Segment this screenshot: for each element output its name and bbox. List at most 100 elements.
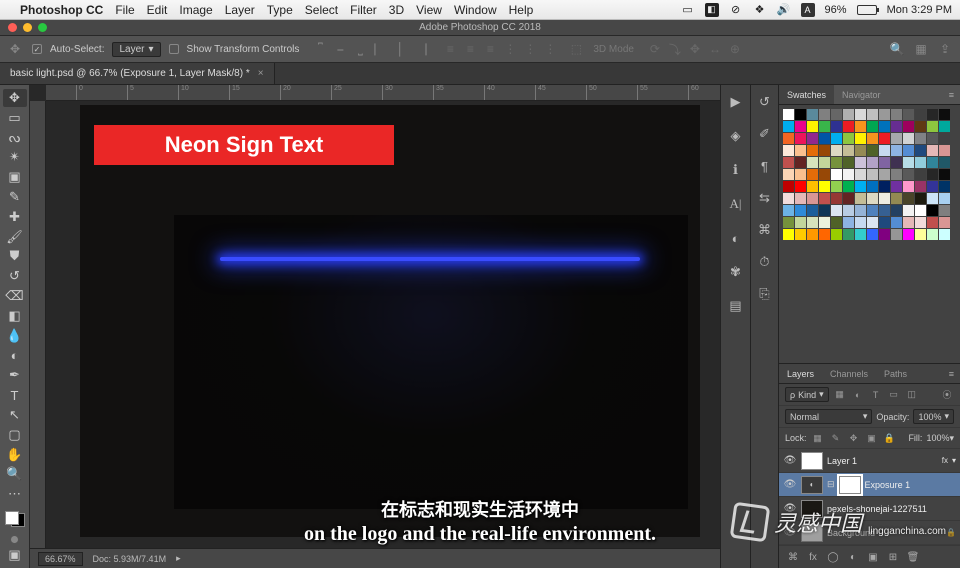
swatches-menu-icon[interactable]: ≡ — [943, 85, 960, 104]
swatch[interactable] — [903, 193, 914, 204]
swatch[interactable] — [879, 229, 890, 240]
swatch[interactable] — [903, 181, 914, 192]
layer-style-icon[interactable]: fx — [805, 549, 821, 565]
swatches-grid[interactable] — [779, 105, 960, 244]
swatch[interactable] — [783, 169, 794, 180]
comments-panel-icon[interactable]: ⎘ — [754, 283, 776, 305]
new-layer-icon[interactable]: ⊞ — [885, 549, 901, 565]
swatch[interactable] — [903, 169, 914, 180]
tab-navigator[interactable]: Navigator — [834, 85, 889, 104]
blur-tool[interactable]: 💧 — [3, 327, 27, 345]
swatch[interactable] — [915, 205, 926, 216]
swatch[interactable] — [807, 217, 818, 228]
swatch[interactable] — [843, 181, 854, 192]
swatch[interactable] — [927, 145, 938, 156]
menu-type[interactable]: Type — [267, 3, 293, 17]
swatch[interactable] — [819, 229, 830, 240]
swatch[interactable] — [903, 121, 914, 132]
swatch[interactable] — [843, 193, 854, 204]
swatch[interactable] — [939, 181, 950, 192]
filter-pixel-icon[interactable]: ▦ — [833, 388, 847, 402]
swatch[interactable] — [939, 229, 950, 240]
swatch[interactable] — [903, 145, 914, 156]
swatch[interactable] — [927, 157, 938, 168]
swatch[interactable] — [867, 109, 878, 120]
swatch[interactable] — [819, 193, 830, 204]
swatch[interactable] — [819, 181, 830, 192]
swatch[interactable] — [867, 193, 878, 204]
3d-zoom-icon[interactable]: ⊕ — [726, 40, 744, 58]
align-vcenter-icon[interactable]: ⎯ — [331, 40, 349, 58]
info-panel-icon[interactable]: ℹ — [725, 159, 747, 181]
swatch[interactable] — [795, 217, 806, 228]
tab-paths[interactable]: Paths — [876, 364, 915, 383]
new-adjustment-icon[interactable]: ◐ — [845, 549, 861, 565]
gradient-tool[interactable]: ◧ — [3, 307, 27, 325]
swatch[interactable] — [807, 193, 818, 204]
3d-pan-icon[interactable]: ✥ — [686, 40, 704, 58]
swatch[interactable] — [807, 181, 818, 192]
swatch[interactable] — [939, 121, 950, 132]
brushes-panel-icon[interactable]: ✐ — [754, 123, 776, 145]
swatch[interactable] — [807, 229, 818, 240]
delete-layer-icon[interactable]: 🗑 — [905, 549, 921, 565]
swatch[interactable] — [915, 133, 926, 144]
doc-info[interactable]: Doc: 5.93M/7.41M — [93, 554, 167, 564]
swatch[interactable] — [855, 229, 866, 240]
swatch[interactable] — [915, 193, 926, 204]
swatch[interactable] — [843, 157, 854, 168]
lock-all-icon[interactable]: 🔒 — [883, 431, 897, 445]
swatch[interactable] — [855, 217, 866, 228]
menubar-dropbox-icon[interactable]: ❖ — [753, 3, 767, 17]
add-mask-icon[interactable]: ◯ — [825, 549, 841, 565]
swatch[interactable] — [783, 217, 794, 228]
swatch[interactable] — [879, 217, 890, 228]
swatch[interactable] — [927, 229, 938, 240]
swatch[interactable] — [855, 193, 866, 204]
adjustments-panel-icon[interactable]: ◐ — [725, 227, 747, 249]
swatch[interactable] — [807, 133, 818, 144]
align-bottom-icon[interactable]: ⎵ — [351, 40, 369, 58]
swatch[interactable] — [795, 229, 806, 240]
swatch[interactable] — [891, 169, 902, 180]
3d-slide-icon[interactable]: ↔ — [706, 40, 724, 58]
swatch[interactable] — [927, 193, 938, 204]
swatch[interactable] — [819, 205, 830, 216]
arrange-docs-icon[interactable]: ▦ — [912, 40, 930, 58]
menubar-clock[interactable]: Mon 3:29 PM — [887, 4, 952, 16]
swatch[interactable] — [795, 145, 806, 156]
swatch[interactable] — [807, 157, 818, 168]
swatch[interactable] — [819, 217, 830, 228]
swatch[interactable] — [807, 109, 818, 120]
swatch[interactable] — [807, 169, 818, 180]
swatch[interactable] — [795, 157, 806, 168]
search-icon[interactable]: 🔍 — [888, 40, 906, 58]
ruler-horizontal[interactable]: 051015202530354045505560 — [46, 85, 720, 101]
menu-window[interactable]: Window — [454, 3, 497, 17]
swatch[interactable] — [855, 169, 866, 180]
swatch[interactable] — [879, 193, 890, 204]
align-right-icon[interactable]: ⎹ — [411, 40, 429, 58]
patch-tool[interactable]: ✚ — [3, 208, 27, 226]
distribute-bottom-icon[interactable]: ≡ — [481, 40, 499, 58]
layer-link-icon[interactable]: ⊟ — [827, 479, 835, 490]
blend-mode-dropdown[interactable]: Normal▾ — [785, 409, 872, 424]
swatch[interactable] — [831, 229, 842, 240]
shape-tool[interactable]: ▢ — [3, 426, 27, 444]
swatch[interactable] — [855, 121, 866, 132]
swatch[interactable] — [855, 157, 866, 168]
swatch[interactable] — [915, 181, 926, 192]
menu-3d[interactable]: 3D — [389, 3, 404, 17]
swatch[interactable] — [903, 229, 914, 240]
swatch[interactable] — [927, 133, 938, 144]
swatch[interactable] — [795, 193, 806, 204]
swatch[interactable] — [783, 109, 794, 120]
actions-panel-icon[interactable]: ▶ — [725, 91, 747, 113]
swatch[interactable] — [783, 145, 794, 156]
swatch[interactable] — [831, 157, 842, 168]
swatch[interactable] — [843, 133, 854, 144]
filter-adjust-icon[interactable]: ◐ — [851, 388, 865, 402]
history-panel-icon[interactable]: ↺ — [754, 91, 776, 113]
swatch[interactable] — [939, 169, 950, 180]
crop-tool[interactable]: ▣ — [3, 168, 27, 186]
